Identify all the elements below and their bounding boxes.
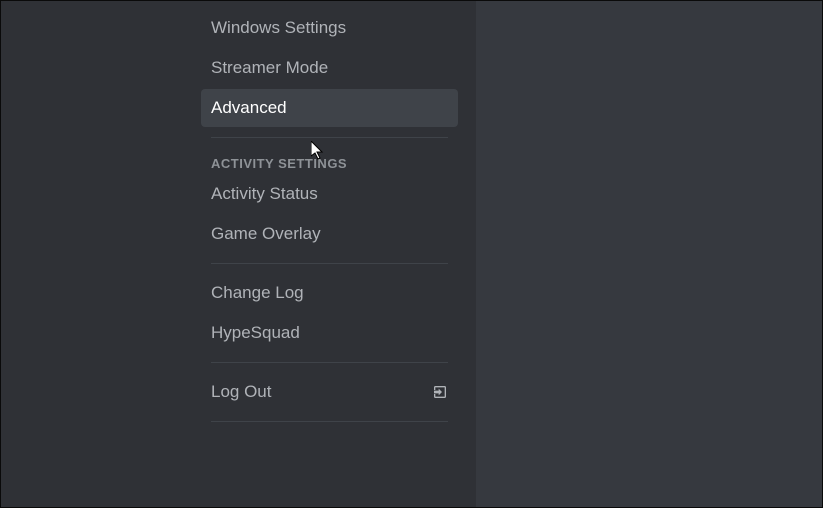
divider	[211, 137, 448, 138]
menu-item-label: Windows Settings	[211, 17, 346, 39]
menu-item-activity-status[interactable]: Activity Status	[201, 175, 458, 213]
divider	[211, 263, 448, 264]
menu-item-windows-settings[interactable]: Windows Settings	[201, 9, 458, 47]
menu-item-label: Advanced	[211, 97, 287, 119]
settings-sidebar: Windows Settings Streamer Mode Advanced …	[1, 1, 476, 507]
menu-item-change-log[interactable]: Change Log	[201, 274, 458, 312]
divider	[211, 421, 448, 422]
menu-item-label: Activity Status	[211, 183, 318, 205]
menu-item-streamer-mode[interactable]: Streamer Mode	[201, 49, 458, 87]
section-header-activity: ACTIVITY SETTINGS	[201, 148, 458, 175]
menu-item-log-out[interactable]: Log Out	[201, 373, 458, 411]
logout-icon	[432, 384, 448, 400]
menu-item-label: Change Log	[211, 282, 304, 304]
divider	[211, 362, 448, 363]
content-area	[476, 1, 822, 507]
menu-item-game-overlay[interactable]: Game Overlay	[201, 215, 458, 253]
menu-item-advanced[interactable]: Advanced	[201, 89, 458, 127]
menu-item-label: Streamer Mode	[211, 57, 328, 79]
menu-item-label: HypeSquad	[211, 322, 300, 344]
menu-item-label: Log Out	[211, 381, 272, 403]
menu-item-label: Game Overlay	[211, 223, 321, 245]
menu-item-hypesquad[interactable]: HypeSquad	[201, 314, 458, 352]
